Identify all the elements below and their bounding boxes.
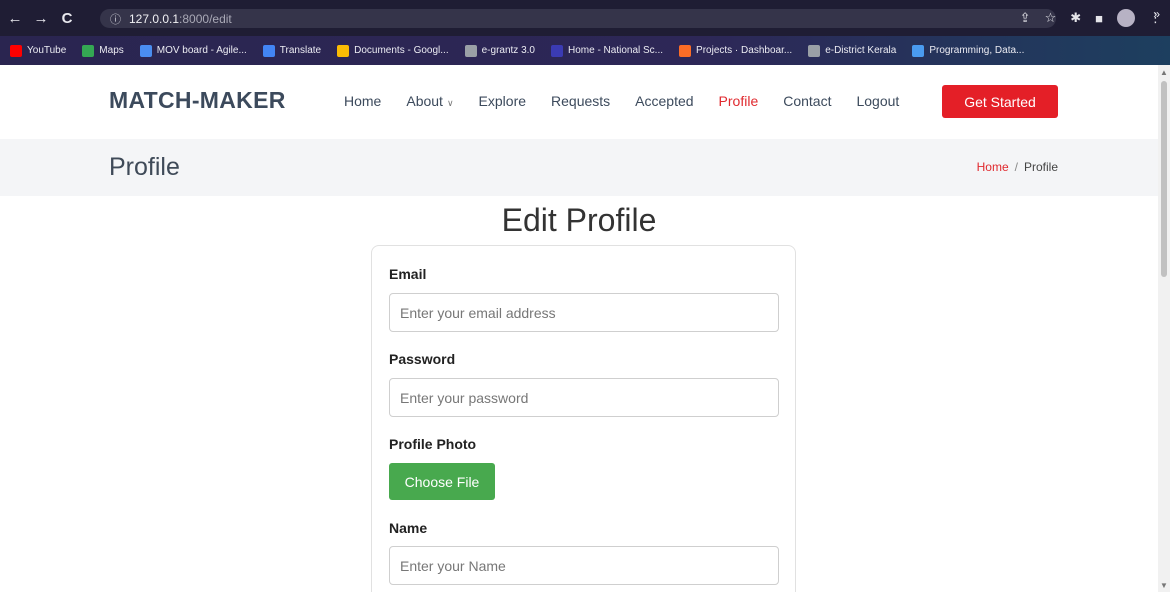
star-icon[interactable]: ☆: [1045, 10, 1057, 26]
address-bar[interactable]: ⓘ 127.0.0.1 :8000/edit: [100, 9, 1056, 28]
bookmark-label: Projects · Dashboar...: [696, 45, 793, 56]
form-title: Edit Profile: [501, 202, 657, 238]
bookmark-item[interactable]: YouTube: [10, 44, 67, 57]
bookmark-item[interactable]: e-grantz 3.0: [464, 44, 535, 57]
bookmark-item[interactable]: Translate: [262, 44, 322, 57]
email-label: Email: [389, 266, 427, 282]
bookmark-item[interactable]: Home - National Sc...: [550, 44, 664, 57]
name-placeholder: Enter your Name: [400, 557, 506, 574]
nav-explore[interactable]: Explore: [479, 93, 526, 109]
bookmark-item[interactable]: Maps: [82, 44, 124, 57]
bookmark-favicon-icon: [139, 44, 152, 57]
forward-arrow-icon[interactable]: →: [30, 10, 52, 27]
choose-file-button[interactable]: Choose File: [389, 463, 495, 500]
scroll-down-icon[interactable]: ▼: [1160, 581, 1168, 590]
email-field[interactable]: Enter your email address: [389, 293, 779, 332]
back-arrow-icon[interactable]: ←: [4, 10, 26, 27]
info-icon[interactable]: ⓘ: [110, 11, 121, 27]
side-panel-icon[interactable]: ■: [1095, 11, 1103, 26]
url-path: :8000/edit: [179, 11, 232, 26]
extensions-icon[interactable]: ✱: [1070, 10, 1081, 26]
bookmark-favicon-icon: [550, 44, 563, 57]
page-title: Profile: [109, 153, 180, 181]
scrollbar-thumb[interactable]: [1161, 81, 1167, 277]
chevron-down-icon: ∨: [446, 98, 454, 108]
nav-about[interactable]: About ∨: [406, 93, 453, 109]
main-nav: Home About ∨ Explore Requests Accepted Pr…: [344, 93, 924, 109]
bookmark-label: Programming, Data...: [929, 45, 1025, 56]
breadcrumb-separator: /: [1014, 160, 1018, 174]
nav-profile[interactable]: Profile: [719, 93, 759, 109]
breadcrumb: Home / Profile: [977, 160, 1058, 174]
site-header: MATCH-MAKER Home About ∨ Explore Requests…: [0, 65, 1158, 139]
email-placeholder: Enter your email address: [400, 304, 556, 321]
nav-accepted[interactable]: Accepted: [635, 93, 693, 109]
bookmark-label: MOV board - Agile...: [156, 45, 247, 56]
bookmark-favicon-icon: [262, 44, 275, 57]
nav-about-label: About: [406, 93, 443, 109]
nav-logout[interactable]: Logout: [856, 93, 899, 109]
url-host: 127.0.0.1: [129, 11, 180, 26]
bookmark-item[interactable]: MOV board - Agile...: [139, 44, 247, 57]
edit-profile-form: Email Enter your email address Password …: [371, 245, 796, 592]
logo[interactable]: MATCH-MAKER: [109, 87, 286, 114]
bookmark-label: e-District Kerala: [825, 45, 897, 56]
name-label: Name: [389, 520, 428, 536]
nav-home[interactable]: Home: [344, 93, 381, 109]
breadcrumb-home[interactable]: Home: [977, 160, 1009, 174]
bookmark-item[interactable]: e-District Kerala: [808, 44, 897, 57]
browser-toolbar: ← → C ⓘ 127.0.0.1 :8000/edit ⇪ ☆ ✱ ■ ⋮: [0, 0, 1170, 36]
bookmark-item[interactable]: Projects · Dashboar...: [679, 44, 793, 57]
scrollbar[interactable]: ▲ ▼: [1158, 65, 1170, 592]
bookmark-label: Home - National Sc...: [567, 45, 664, 56]
share-icon[interactable]: ⇪: [1020, 10, 1031, 26]
bookmarks-bar: YouTube Maps MOV board - Agile... Translate…: [0, 36, 1170, 65]
bookmark-label: Documents - Googl...: [354, 45, 449, 56]
bookmark-favicon-icon: [808, 44, 821, 57]
breadcrumb-section: Profile Home / Profile: [0, 139, 1158, 196]
bookmark-favicon-icon: [464, 44, 477, 57]
bookmark-item[interactable]: Documents - Googl...: [337, 44, 449, 57]
bookmark-favicon-icon: [912, 44, 925, 57]
profile-avatar-icon[interactable]: [1117, 9, 1135, 27]
password-label: Password: [389, 351, 456, 367]
bookmark-favicon-icon: [679, 44, 692, 57]
password-field[interactable]: Enter your password: [389, 378, 779, 417]
reload-icon[interactable]: C: [56, 10, 78, 27]
bookmark-item[interactable]: Programming, Data...: [912, 44, 1025, 57]
nav-requests[interactable]: Requests: [551, 93, 610, 109]
page: MATCH-MAKER Home About ∨ Explore Requests…: [0, 65, 1158, 592]
breadcrumb-current: Profile: [1023, 160, 1058, 174]
bookmark-label: e-grantz 3.0: [481, 45, 535, 56]
more-bookmarks-icon[interactable]: »: [1153, 7, 1160, 21]
password-placeholder: Enter your password: [400, 389, 529, 406]
get-started-button[interactable]: Get Started: [942, 85, 1058, 118]
bookmark-favicon-icon: [10, 44, 22, 57]
scroll-up-icon[interactable]: ▲: [1160, 68, 1168, 77]
bookmark-label: YouTube: [27, 45, 67, 56]
profile-photo-label: Profile Photo: [389, 436, 477, 452]
bookmark-label: Maps: [99, 45, 124, 56]
bookmark-label: Translate: [279, 45, 322, 56]
bookmark-favicon-icon: [82, 44, 95, 57]
name-field[interactable]: Enter your Name: [389, 546, 779, 585]
bookmark-favicon-icon: [337, 44, 350, 57]
nav-contact[interactable]: Contact: [783, 93, 831, 109]
